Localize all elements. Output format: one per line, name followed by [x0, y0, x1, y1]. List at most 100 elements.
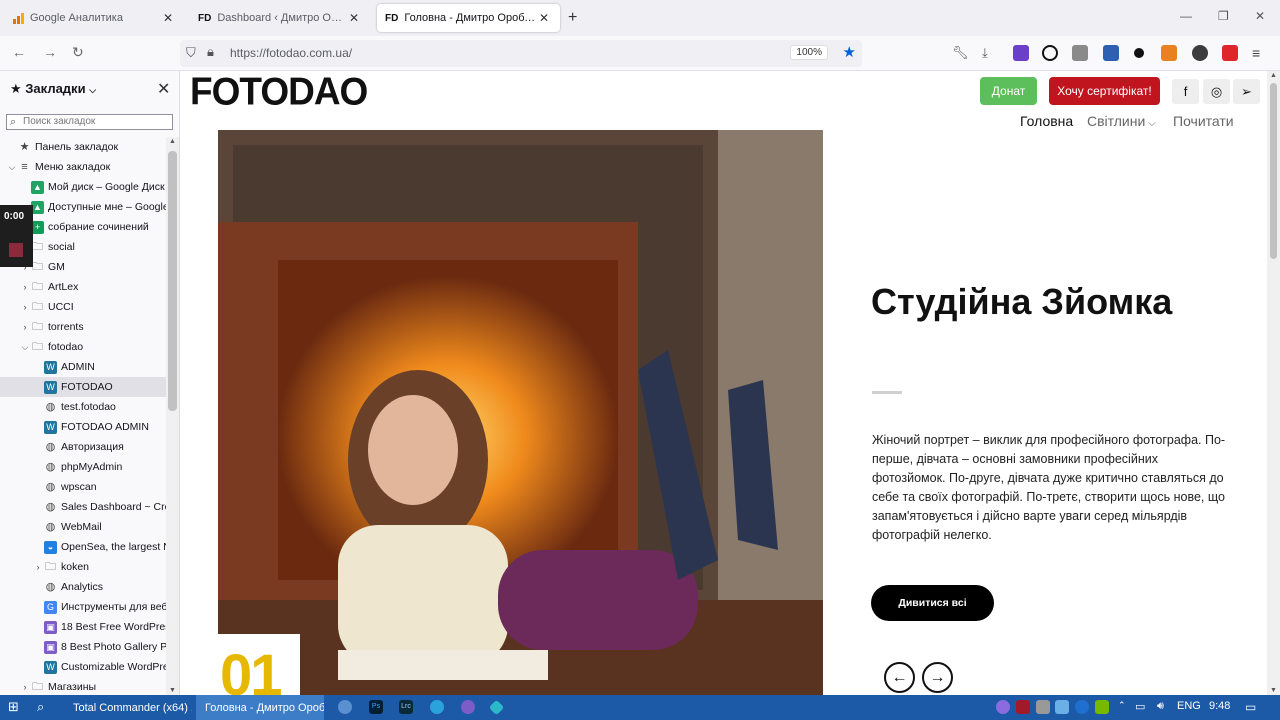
bluetooth-icon[interactable]: [1075, 700, 1089, 714]
wrench-icon[interactable]: 🔧︎: [952, 45, 969, 61]
scroll-up-icon[interactable]: ▲: [169, 138, 176, 145]
profile-icon[interactable]: [1192, 45, 1208, 61]
tab-home[interactable]: FD Головна - Дмитро Оробченко ✕: [377, 4, 560, 32]
taskbar-app-firefox[interactable]: Головна - Дмитро Оробченко: [196, 695, 324, 720]
telegram-icon[interactable]: [430, 700, 444, 714]
bookmark-item[interactable]: ◍ Sales Dashboard ~ Creative Tim: [0, 497, 166, 517]
bookmark-folder[interactable]: ⌵ 🗀 fotodao: [0, 337, 166, 357]
menu-item-home[interactable]: Головна: [1020, 113, 1073, 129]
scroll-thumb[interactable]: [168, 151, 177, 411]
certificate-button[interactable]: Хочу сертифікат!: [1049, 77, 1160, 105]
close-icon[interactable]: ✕: [346, 11, 362, 25]
bookmark-item[interactable]: ◍ WebMail: [0, 517, 166, 537]
photoshop-icon[interactable]: Ps: [369, 700, 383, 714]
taskbar-app-total-commander[interactable]: Total Commander (x64) 10.00: [64, 695, 192, 720]
chevron-down-icon[interactable]: ⌵: [6, 162, 18, 173]
minimize-icon[interactable]: —: [1180, 9, 1192, 23]
extension-icon[interactable]: [1103, 45, 1119, 61]
page-scrollbar[interactable]: ▲ ▼: [1267, 71, 1280, 695]
shield-red-icon[interactable]: [1222, 45, 1238, 61]
telegram-icon[interactable]: ➢: [1233, 79, 1260, 104]
new-tab-icon[interactable]: +: [568, 9, 577, 27]
zoom-level[interactable]: 100%: [790, 45, 828, 60]
bookmark-item[interactable]: W FOTODAO ADMIN: [0, 417, 166, 437]
bookmark-item[interactable]: W ADMIN: [0, 357, 166, 377]
restore-icon[interactable]: ❐: [1218, 9, 1229, 23]
windows-start-icon[interactable]: ⊞: [8, 699, 19, 714]
download-icon[interactable]: ⤓: [982, 45, 998, 61]
forward-icon[interactable]: →: [43, 44, 57, 60]
bookmark-item[interactable]: ▣ 18 Best Free WordPress Themes: [0, 617, 166, 637]
scroll-down-icon[interactable]: ▼: [169, 687, 176, 694]
bookmark-item[interactable]: G Инструменты для веб-мастеров: [0, 597, 166, 617]
language-indicator[interactable]: ENG: [1177, 700, 1201, 715]
bookmark-item[interactable]: ◍ Analytics: [0, 577, 166, 597]
tab-google-analytics[interactable]: Google Аналитика ✕: [4, 4, 184, 32]
bookmark-item[interactable]: W Customizable WordPress Themes: [0, 657, 166, 677]
url-text[interactable]: https://fotodao.com.ua/: [230, 46, 352, 60]
tray-icon[interactable]: [1016, 700, 1030, 714]
clock[interactable]: 9:48: [1209, 700, 1230, 715]
scroll-down-icon[interactable]: ▼: [1270, 687, 1277, 694]
bookmark-item[interactable]: ◍ wpscan: [0, 477, 166, 497]
scroll-up-icon[interactable]: ▲: [1270, 72, 1277, 79]
chevron-up-icon[interactable]: ⌃: [1118, 700, 1126, 715]
tray-icon[interactable]: [1036, 700, 1050, 714]
app-icon[interactable]: [338, 700, 352, 714]
chevron-right-icon[interactable]: ›: [19, 322, 31, 332]
reload-icon[interactable]: ↻: [72, 44, 84, 61]
tray-icon[interactable]: [1055, 700, 1069, 714]
bookmark-star-icon[interactable]: ★: [843, 43, 856, 61]
dot-icon[interactable]: [1134, 48, 1144, 58]
bookmark-item[interactable]: ★ Панель закладок: [0, 137, 166, 157]
viber-icon[interactable]: [461, 700, 475, 714]
back-icon[interactable]: ←: [12, 44, 26, 60]
menu-item-photos[interactable]: Світлини ⌵: [1087, 113, 1156, 129]
bookmark-item[interactable]: ◍ phpMyAdmin: [0, 457, 166, 477]
chevron-right-icon[interactable]: ›: [19, 682, 31, 692]
nvidia-icon[interactable]: [1095, 700, 1109, 714]
network-icon[interactable]: ▭: [1135, 700, 1145, 715]
app-icon[interactable]: [488, 699, 505, 716]
volume-icon[interactable]: 🔊︎: [1157, 700, 1164, 715]
chevron-right-icon[interactable]: ›: [32, 562, 44, 572]
tray-icon[interactable]: [996, 700, 1010, 714]
chevron-right-icon[interactable]: ›: [19, 282, 31, 292]
extension-icon[interactable]: [1013, 45, 1029, 61]
prev-slide-button[interactable]: ←: [884, 662, 915, 693]
bookmark-folder[interactable]: › 🗀 Магазины: [0, 677, 166, 695]
view-all-button[interactable]: Дивитися всі: [871, 585, 994, 621]
search-icon[interactable]: ⌕: [37, 699, 44, 714]
block-icon[interactable]: [1042, 45, 1058, 61]
tab-dashboard[interactable]: FD Dashboard ‹ Дмитро Оробченко ✕: [190, 4, 370, 32]
menu-icon[interactable]: ≡: [1252, 45, 1268, 61]
donate-button[interactable]: Донат: [980, 77, 1037, 105]
bookmark-folder[interactable]: › 🗀 ArtLex: [0, 277, 166, 297]
next-slide-button[interactable]: →: [922, 662, 953, 693]
sidebar-header[interactable]: ★ Закладки ⌵: [10, 81, 96, 97]
stop-record-button[interactable]: [9, 243, 23, 257]
menu-item-read[interactable]: Почитати: [1173, 113, 1234, 129]
bookmark-item[interactable]: ◍ Авторизация: [0, 437, 166, 457]
sidebar-scrollbar[interactable]: ▲ ▼: [166, 137, 179, 695]
notification-icon[interactable]: ▭: [1245, 700, 1256, 715]
extension-icon[interactable]: [1072, 45, 1088, 61]
window-close-icon[interactable]: ✕: [1255, 9, 1265, 23]
bookmark-folder[interactable]: › 🗀 UCCI: [0, 297, 166, 317]
scroll-thumb[interactable]: [1270, 83, 1277, 259]
chevron-right-icon[interactable]: ›: [19, 302, 31, 312]
lightroom-icon[interactable]: Lrc: [399, 700, 413, 714]
facebook-icon[interactable]: f: [1172, 79, 1199, 104]
bookmark-item[interactable]: ▣ 8 Best Photo Gallery Plugins: [0, 637, 166, 657]
close-icon[interactable]: ✕: [157, 79, 170, 99]
bookmark-item[interactable]: ◒ OpenSea, the largest NFT marketplace: [0, 537, 166, 557]
instagram-icon[interactable]: ◎: [1203, 79, 1230, 104]
bookmark-item[interactable]: W FOTODAO: [0, 377, 166, 397]
bookmark-folder[interactable]: › 🗀 torrents: [0, 317, 166, 337]
close-icon[interactable]: ✕: [160, 11, 176, 25]
shield-icon[interactable]: ⛉: [186, 45, 196, 61]
site-logo[interactable]: FOTODAO: [190, 71, 368, 114]
chevron-down-icon[interactable]: ⌵: [19, 342, 31, 353]
lock-icon[interactable]: 🔒︎: [207, 44, 214, 60]
bookmark-folder[interactable]: › 🗀 koken: [0, 557, 166, 577]
